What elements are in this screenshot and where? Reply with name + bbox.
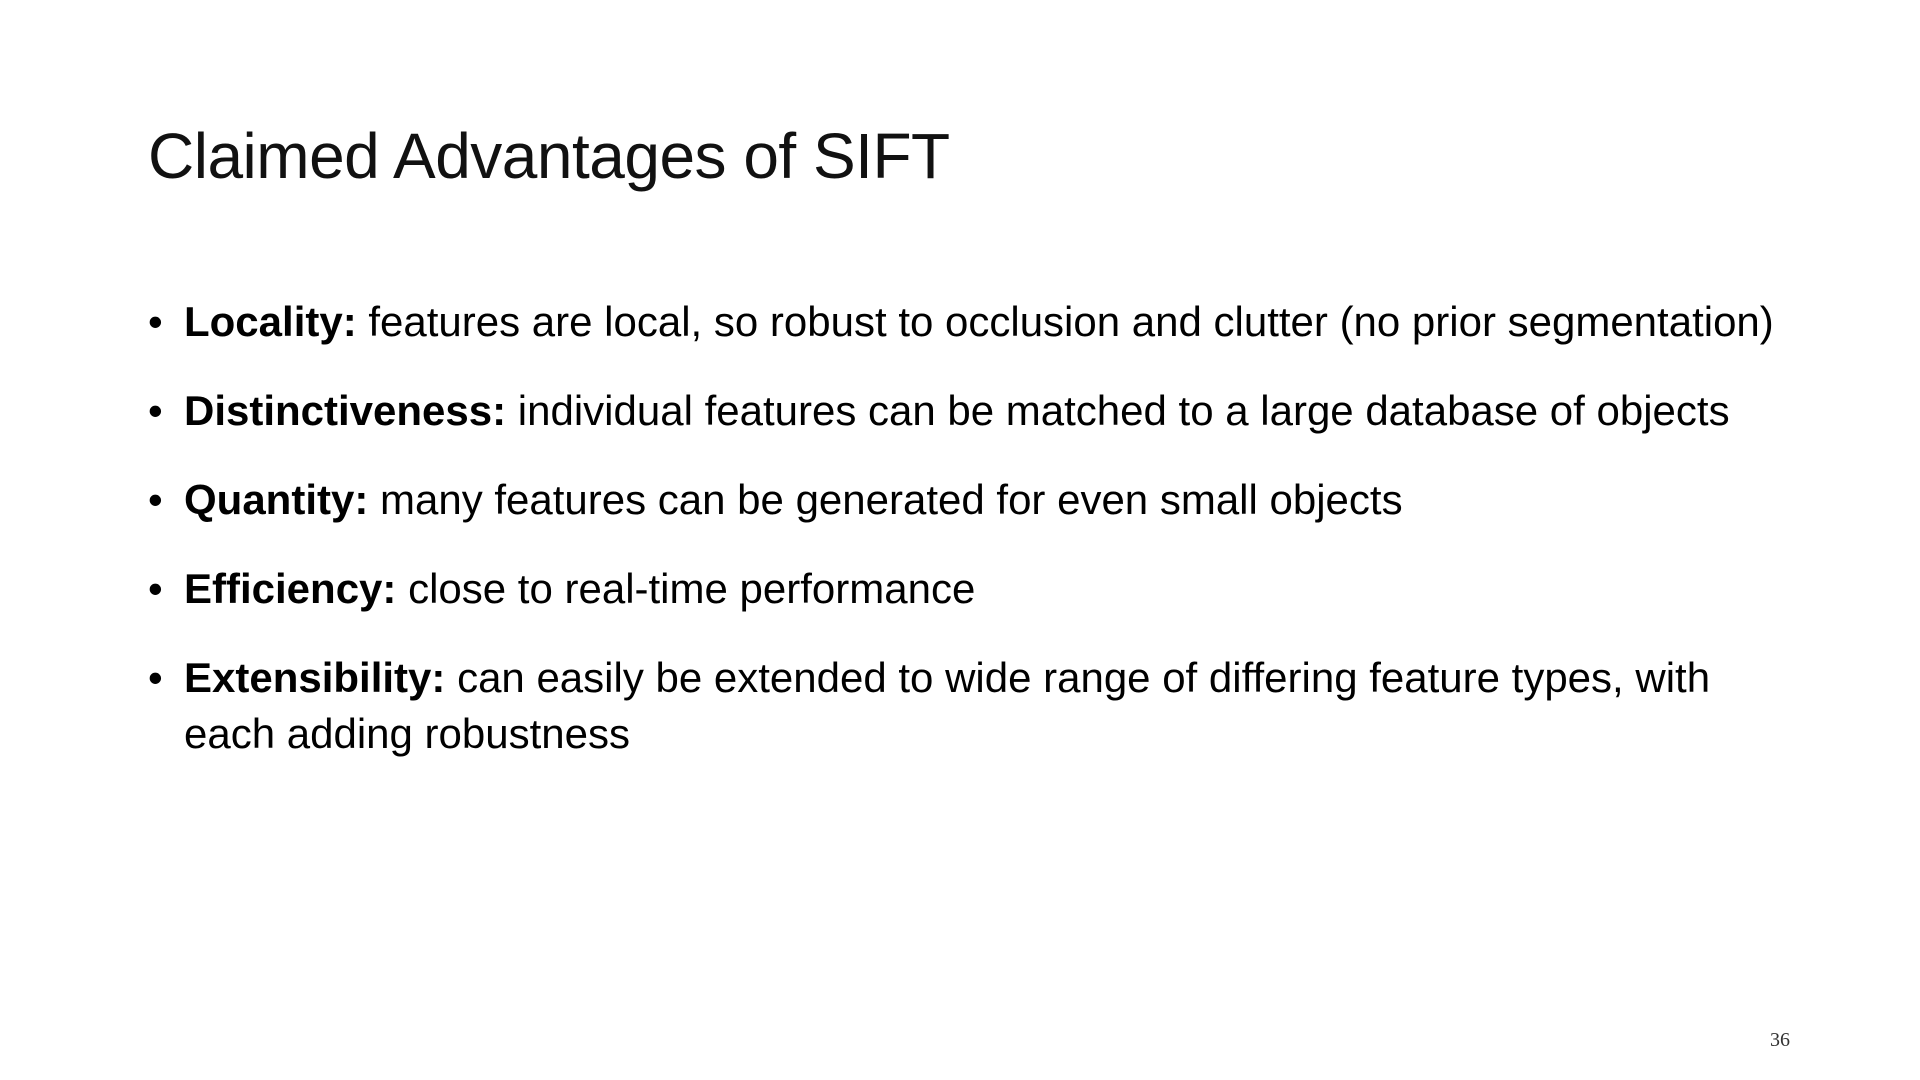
slide-number: 36 [1770,1029,1790,1051]
bullet-term: Efficiency: [184,565,409,612]
slide: Claimed Advantages of SIFT • Locality: f… [0,0,1920,1080]
bullet-text: close to real-time performance [408,565,976,612]
bullet-text: individual features can be matched to a … [517,387,1730,434]
bullet-term: Extensibility: [184,654,458,701]
bullet-dot: • [148,565,163,612]
bullet-dot: • [148,298,163,345]
bullet-term: Locality: [184,298,369,345]
bullet-term: Distinctiveness: [184,387,518,434]
bullet-item-locality: • Locality: features are local, so robus… [148,294,1788,350]
bullet-dot: • [148,387,163,434]
bullet-list: • Locality: features are local, so robus… [148,294,1788,795]
bullet-dot: • [148,476,163,523]
bullet-item-efficiency: • Efficiency: close to real-time perform… [148,561,1788,617]
bullet-dot: • [148,654,163,701]
bullet-item-distinctiveness: • Distinctiveness: individual features c… [148,383,1788,439]
bullet-item-extensibility: • Extensibility: can easily be extended … [148,650,1788,762]
bullet-text: many features can be generated for even … [380,476,1403,523]
bullet-term: Quantity: [184,476,380,523]
bullet-text: features are local, so robust to occlusi… [368,298,1774,345]
bullet-item-quantity: • Quantity: many features can be generat… [148,472,1788,528]
slide-title: Claimed Advantages of SIFT [148,120,950,192]
